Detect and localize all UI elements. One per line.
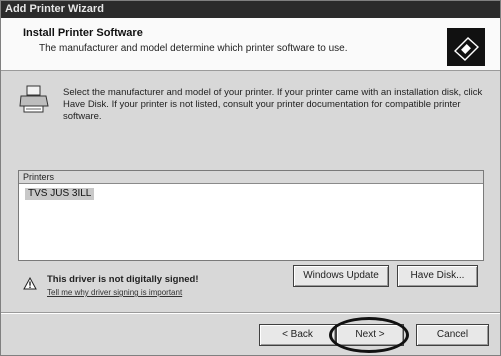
printers-column-header[interactable]: Printers [19, 171, 483, 184]
back-button[interactable]: < Back [259, 324, 336, 346]
window-title: Add Printer Wizard [1, 1, 500, 18]
footer-divider [1, 312, 500, 314]
intro-text: Select the manufacturer and model of you… [63, 87, 483, 122]
printers-listbox[interactable]: Printers TVS JUS 3ILL [18, 170, 484, 261]
wizard-header: Install Printer Software The manufacture… [1, 18, 500, 71]
add-printer-wizard-window: Add Printer Wizard Install Printer Softw… [0, 0, 501, 356]
page-title: Install Printer Software [23, 27, 143, 39]
printer-icon [19, 85, 49, 113]
next-button-highlight-circle [329, 317, 409, 353]
cancel-button[interactable]: Cancel [416, 324, 489, 346]
list-item[interactable]: TVS JUS 3ILL [25, 188, 95, 200]
warning-icon [23, 277, 37, 290]
page-subtitle: The manufacturer and model determine whi… [39, 43, 348, 54]
unsigned-driver-warning: This driver is not digitally signed! [47, 274, 199, 285]
have-disk-button[interactable]: Have Disk... [397, 265, 478, 287]
driver-signing-link[interactable]: Tell me why driver signing is important [47, 288, 182, 297]
windows-update-button[interactable]: Windows Update [293, 265, 389, 287]
printer-disk-icon [447, 28, 485, 66]
